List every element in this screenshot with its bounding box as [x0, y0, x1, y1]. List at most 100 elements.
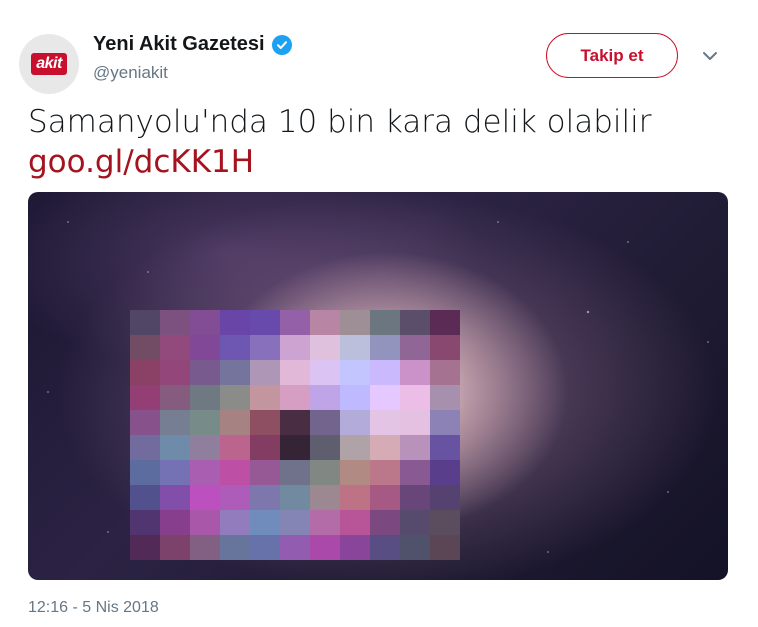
- mosaic-tile: [160, 535, 190, 560]
- mosaic-tile: [190, 435, 220, 460]
- display-name[interactable]: Yeni Akit Gazetesi: [93, 33, 265, 56]
- mosaic-tile: [280, 435, 310, 460]
- mosaic-tile: [400, 485, 430, 510]
- mosaic-tile: [220, 485, 250, 510]
- mosaic-tile: [130, 335, 160, 360]
- mosaic-tile: [340, 435, 370, 460]
- mosaic-tile: [310, 360, 340, 385]
- mosaic-tile: [310, 385, 340, 410]
- mosaic-tile: [190, 360, 220, 385]
- mosaic-tile: [250, 385, 280, 410]
- chevron-down-icon[interactable]: [700, 46, 720, 66]
- mosaic-tile: [280, 510, 310, 535]
- mosaic-tile: [250, 335, 280, 360]
- mosaic-tile: [430, 510, 460, 535]
- mosaic-tile: [220, 410, 250, 435]
- mosaic-tile: [190, 385, 220, 410]
- mosaic-tile: [130, 310, 160, 335]
- mosaic-tile: [130, 435, 160, 460]
- mosaic-tile: [430, 460, 460, 485]
- mosaic-tile: [340, 460, 370, 485]
- mosaic-tile: [280, 535, 310, 560]
- mosaic-tile: [160, 385, 190, 410]
- mosaic-tile: [400, 510, 430, 535]
- user-handle[interactable]: @yeniakit: [93, 63, 168, 83]
- avatar[interactable]: akit: [19, 34, 79, 94]
- mosaic-tile: [400, 360, 430, 385]
- mosaic-tile: [340, 510, 370, 535]
- mosaic-tile: [190, 310, 220, 335]
- mosaic-tile: [340, 360, 370, 385]
- mosaic-tile: [340, 335, 370, 360]
- mosaic-tile: [250, 485, 280, 510]
- mosaic-tile: [340, 410, 370, 435]
- mosaic-tile: [250, 510, 280, 535]
- mosaic-tile: [130, 485, 160, 510]
- mosaic-tile: [160, 310, 190, 335]
- mosaic-tile: [430, 435, 460, 460]
- mosaic-tile: [400, 335, 430, 360]
- mosaic-tile: [220, 335, 250, 360]
- mosaic-tile: [280, 360, 310, 385]
- mosaic-tile: [310, 510, 340, 535]
- tweet-timestamp[interactable]: 12:16 - 5 Nis 2018: [28, 599, 159, 617]
- mosaic-tile: [310, 410, 340, 435]
- mosaic-tile: [220, 510, 250, 535]
- mosaic-tile: [400, 385, 430, 410]
- mosaic-tile: [430, 335, 460, 360]
- mosaic-tile: [370, 385, 400, 410]
- mosaic-tile: [340, 310, 370, 335]
- mosaic-tile: [310, 335, 340, 360]
- mosaic-tile: [400, 435, 430, 460]
- mosaic-tile: [190, 535, 220, 560]
- mosaic-tile: [430, 485, 460, 510]
- mosaic-tile: [280, 410, 310, 435]
- tweet-link[interactable]: goo.gl/dcKK1H: [28, 142, 254, 182]
- mosaic-tile: [430, 385, 460, 410]
- mosaic-tile: [190, 335, 220, 360]
- mosaic-tile: [280, 460, 310, 485]
- mosaic-tile: [190, 485, 220, 510]
- mosaic-tile: [370, 360, 400, 385]
- mosaic-tile: [190, 460, 220, 485]
- mosaic-tile: [370, 535, 400, 560]
- mosaic-tile: [250, 535, 280, 560]
- mosaic-tile: [220, 385, 250, 410]
- mosaic-tile: [220, 435, 250, 460]
- mosaic-tile: [340, 485, 370, 510]
- mosaic-tile: [310, 435, 340, 460]
- mosaic-tile: [160, 410, 190, 435]
- mosaic-tile: [160, 460, 190, 485]
- mosaic-tile: [430, 360, 460, 385]
- mosaic-tile: [160, 485, 190, 510]
- mosaic-tile: [310, 535, 340, 560]
- mosaic-tile: [190, 410, 220, 435]
- mosaic-tile: [310, 460, 340, 485]
- mosaic-tile: [280, 485, 310, 510]
- mosaic-tile: [370, 460, 400, 485]
- mosaic-tile: [370, 335, 400, 360]
- mosaic-tile: [250, 410, 280, 435]
- mosaic-tile: [310, 485, 340, 510]
- mosaic-tile: [250, 310, 280, 335]
- mosaic-tile: [130, 410, 160, 435]
- mosaic-tile: [280, 385, 310, 410]
- tweet-text: Samanyolu'nda 10 bin kara delik olabilir: [28, 104, 652, 140]
- mosaic-tile: [130, 360, 160, 385]
- mosaic-tile: [400, 310, 430, 335]
- mosaic-tile: [250, 435, 280, 460]
- pixelated-black-hole-image: [130, 310, 460, 560]
- mosaic-tile: [130, 535, 160, 560]
- follow-button[interactable]: Takip et: [546, 33, 678, 78]
- mosaic-tile: [220, 535, 250, 560]
- mosaic-tile: [370, 435, 400, 460]
- mosaic-tile: [160, 335, 190, 360]
- tweet-media-image[interactable]: [28, 192, 728, 580]
- mosaic-tile: [250, 460, 280, 485]
- mosaic-tile: [430, 410, 460, 435]
- mosaic-tile: [220, 360, 250, 385]
- mosaic-tile: [370, 510, 400, 535]
- mosaic-tile: [160, 435, 190, 460]
- mosaic-tile: [220, 460, 250, 485]
- tweet-card: akit Yeni Akit Gazetesi @yeniakit Takip …: [0, 0, 758, 627]
